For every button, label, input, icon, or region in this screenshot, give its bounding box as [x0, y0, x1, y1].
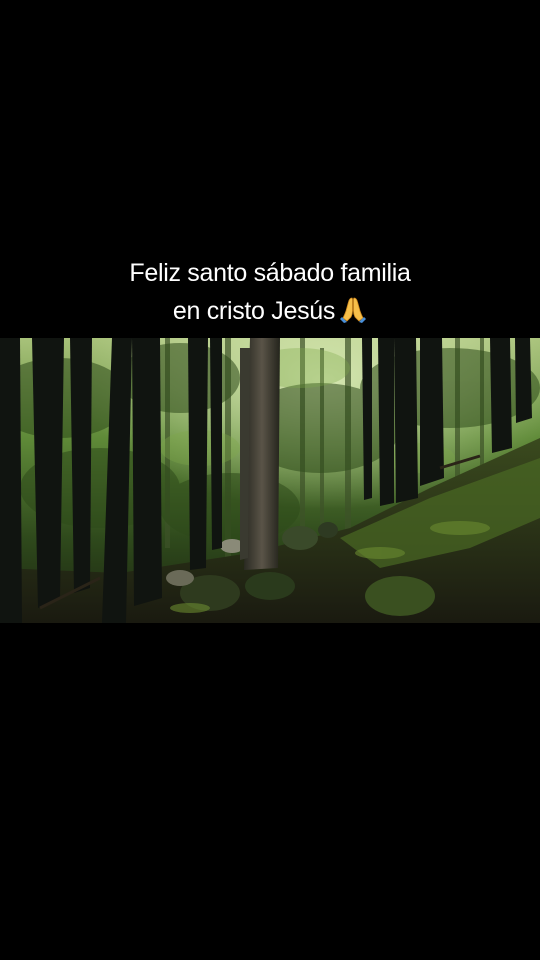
caption-line-2-wrap: en cristo Jesús: [0, 292, 540, 330]
folded-hands-icon: [339, 295, 367, 323]
caption: Feliz santo sábado familia en cristo Jes…: [0, 254, 540, 330]
caption-line-1: Feliz santo sábado familia: [129, 259, 411, 287]
caption-line-2: en cristo Jesús: [172, 297, 336, 325]
forest-photo: [0, 338, 540, 623]
